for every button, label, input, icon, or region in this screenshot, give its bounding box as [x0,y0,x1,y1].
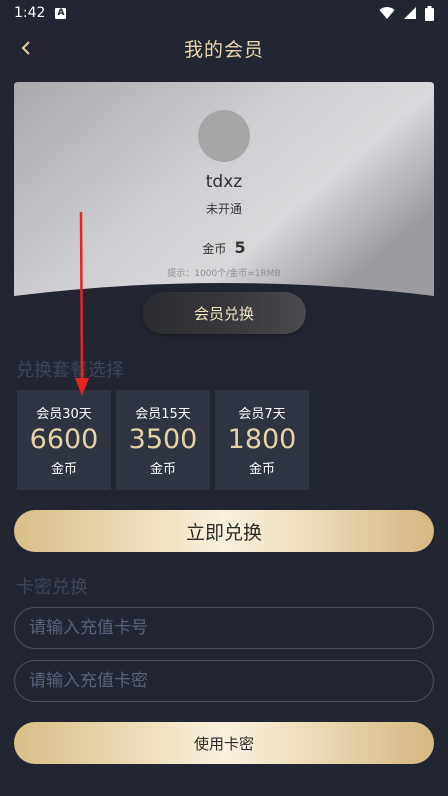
plans-section-title: 兑换套餐选择 [16,360,124,381]
plan-unit: 金币 [248,462,275,477]
header: 我的会员 [0,26,448,70]
plan-name: 会员15天 [135,407,191,422]
battery-icon [425,5,434,21]
plan-unit: 金币 [50,462,77,477]
coins-value: 5 [234,238,246,257]
card-code-section-title: 卡密兑换 [16,577,88,598]
use-card-button[interactable]: 使用卡密 [14,722,434,764]
redeem-now-button[interactable]: 立即兑换 [14,510,434,552]
coins-label: 金币 [202,242,227,256]
plan-name: 会员7天 [238,407,286,422]
status-left: 1:42 A [14,5,67,21]
notification-icon: A [55,7,67,19]
plan-price: 1800 [227,424,297,455]
chevron-left-icon [21,41,30,55]
card-password-input[interactable] [14,660,434,702]
plan-price: 3500 [128,424,198,455]
signal-icon [404,7,416,19]
plan-list: 会员30天 6600 金币 会员15天 3500 金币 会员7天 1800 金币 [17,390,309,490]
status-right [379,5,434,21]
plan-name: 会员30天 [36,407,92,422]
back-button[interactable] [14,34,38,62]
username: tdxz [205,172,243,192]
annotation-arrow-icon [75,212,89,396]
plan-option-15-days[interactable]: 会员15天 3500 金币 [116,390,210,490]
page-title: 我的会员 [183,38,264,61]
card-number-input[interactable] [14,607,434,649]
plan-option-30-days[interactable]: 会员30天 6600 金币 [17,390,111,490]
plan-price: 6600 [29,424,99,455]
plan-unit: 金币 [149,462,176,477]
wifi-icon [379,7,395,20]
plan-option-7-days[interactable]: 会员7天 1800 金币 [215,390,309,490]
redeem-member-button[interactable]: 会员兑换 [142,292,306,334]
avatar[interactable] [198,110,250,162]
status-bar: 1:42 A [0,0,448,26]
status-time: 1:42 [14,5,46,21]
